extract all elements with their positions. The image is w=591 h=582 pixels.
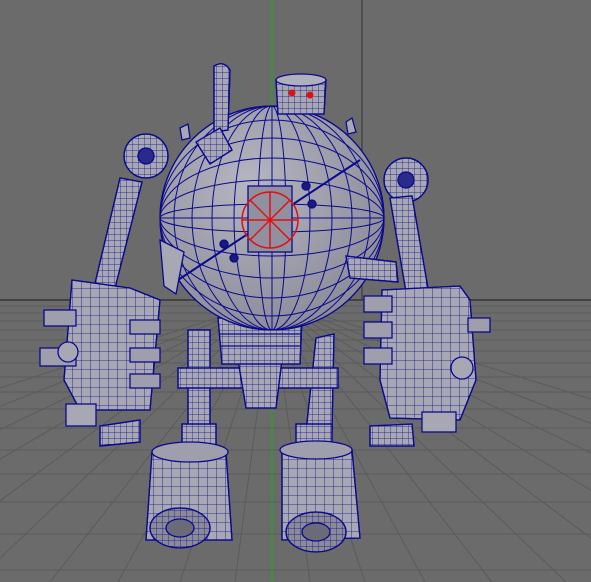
selection-highlight xyxy=(241,191,299,249)
3d-viewport[interactable] xyxy=(0,0,591,582)
eye-light-right xyxy=(306,91,314,99)
right-leg[interactable] xyxy=(279,333,361,553)
left-arm[interactable] xyxy=(39,133,169,447)
robot-model[interactable] xyxy=(39,63,491,553)
eye-light-left xyxy=(288,89,296,97)
viewport-canvas[interactable] xyxy=(0,0,591,582)
